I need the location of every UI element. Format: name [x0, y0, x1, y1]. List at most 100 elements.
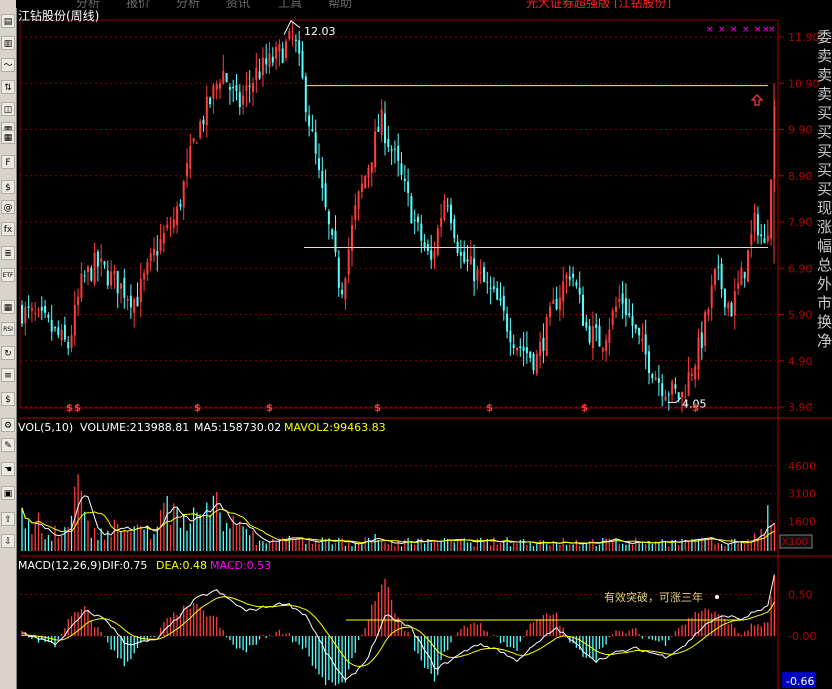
list-icon[interactable]: ≣	[1, 246, 15, 260]
candle-body	[311, 129, 314, 132]
candle-body	[354, 205, 357, 220]
candle-body	[628, 313, 631, 316]
candle-body	[407, 181, 410, 194]
candle-body	[324, 183, 327, 208]
candle-body	[618, 298, 621, 302]
compare-icon[interactable]: ⇅	[1, 80, 15, 94]
candle-body	[321, 171, 324, 189]
candle-body	[595, 324, 598, 328]
candle-body	[50, 320, 53, 332]
macd-header-macd-text: MACD:0.53	[210, 559, 271, 572]
side-label-char: 换	[817, 313, 832, 331]
arrow-up-icon[interactable]: ⇧	[1, 512, 15, 526]
f10-icon[interactable]: F	[1, 155, 15, 169]
vol-tick-label: 1600	[788, 515, 816, 528]
candle-body	[235, 84, 238, 92]
candle-body	[222, 70, 225, 84]
side-label-char: 买	[817, 142, 832, 160]
formula-icon[interactable]: fx	[1, 222, 15, 236]
kline-icon[interactable]: ▥	[1, 36, 15, 50]
chart-add-icon[interactable]: ▣	[1, 486, 15, 500]
notes-icon[interactable]: ≡	[1, 368, 15, 382]
candle-body	[209, 97, 212, 105]
side-label-char: 买	[817, 123, 832, 141]
trend-icon[interactable]: 〜	[1, 58, 15, 72]
dollar-icon[interactable]: $	[1, 392, 15, 406]
candle-body	[143, 273, 146, 280]
candle-body	[552, 300, 555, 304]
candle-body	[54, 327, 56, 329]
candle-body	[37, 309, 40, 311]
candle-body	[245, 85, 248, 92]
buy-signal-icon: $	[581, 403, 588, 414]
candle-body	[476, 269, 479, 281]
candle-body	[113, 270, 116, 275]
candle-body	[219, 83, 221, 89]
up-arrow-icon	[750, 94, 764, 106]
minute-chart-icon[interactable]: ▤	[1, 14, 15, 28]
side-label-char: 卖	[817, 66, 832, 84]
candle-body	[492, 286, 495, 289]
candle-body	[374, 131, 377, 168]
candle-body	[714, 268, 716, 285]
stock-chart-canvas[interactable]: 11.90 10.90 9.90 8.90 7.90 6.90 5.90 4.90 3.90 12…	[16, 0, 832, 689]
table-icon[interactable]: ▦	[1, 130, 15, 144]
chart-title: 江钻股份(周线)	[18, 8, 99, 23]
candle-body	[129, 295, 132, 308]
candle-body	[753, 212, 756, 232]
candle-body	[403, 178, 406, 182]
rsi-icon[interactable]: RSI	[1, 322, 15, 336]
grid-icon[interactable]: ▦	[1, 300, 15, 314]
candle-body	[694, 365, 697, 380]
window-icon[interactable]: ◫	[1, 102, 15, 116]
candle-body	[446, 205, 449, 207]
candle-body	[318, 158, 320, 171]
candle-body	[483, 267, 485, 282]
vol-ma5-line	[21, 495, 775, 545]
candle-body	[90, 267, 93, 281]
candle-body	[40, 306, 43, 311]
candle-body	[364, 175, 367, 189]
candle-body	[690, 374, 693, 376]
alert-icon[interactable]: @	[1, 200, 15, 214]
candle-body	[737, 283, 740, 289]
candle-body	[96, 251, 99, 267]
macd-header-dif-text: DIF:0.75	[102, 559, 147, 572]
candle-body	[763, 238, 766, 244]
candle-body	[156, 251, 159, 256]
buy-signal-icon: $	[692, 403, 699, 414]
candle-body	[162, 233, 165, 244]
candle-body	[747, 249, 749, 282]
etf-icon[interactable]: ETF	[1, 268, 15, 282]
candle-body	[644, 334, 647, 355]
candle-body	[83, 275, 86, 277]
vol-tick-label: 3100	[788, 488, 816, 501]
candle-body	[34, 312, 37, 314]
candle-body	[598, 325, 601, 347]
arrow-down-icon[interactable]: ⇩	[1, 534, 15, 548]
pencil-icon[interactable]: ✎	[1, 438, 15, 452]
tool-icon[interactable]: ⚙	[1, 418, 15, 432]
hand-icon[interactable]: ☚	[1, 462, 15, 476]
candle-body	[334, 230, 337, 253]
candle-body	[116, 271, 119, 294]
candle-body	[199, 121, 202, 138]
candle-body	[242, 95, 245, 105]
price-tick-label: 11.90	[788, 31, 820, 44]
vol-tick-label: 4600	[788, 460, 816, 473]
candle-body	[700, 332, 703, 349]
candle-body	[608, 329, 611, 344]
info-icon[interactable]: $	[1, 180, 15, 194]
candle-body	[730, 302, 733, 317]
side-label-char: 卖	[817, 47, 832, 65]
candle-body	[549, 306, 551, 318]
candle-body	[575, 282, 578, 286]
candle-body	[179, 203, 182, 207]
candle-body	[212, 85, 215, 99]
candle-body	[588, 326, 591, 343]
refresh-icon[interactable]: ↻	[1, 346, 15, 360]
candle-body	[733, 291, 736, 316]
candle-body	[347, 249, 350, 275]
candle-body	[519, 346, 522, 348]
candle-body	[255, 68, 258, 81]
